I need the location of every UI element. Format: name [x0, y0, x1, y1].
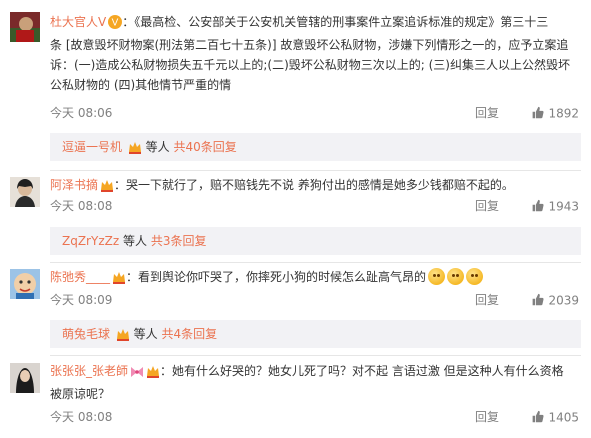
sub-reply-mid: 等人: [145, 140, 170, 154]
comment-text-line: ：哭一下就行了，赔不赔钱先不说 养狗付出的感情是她多少钱都赔不起的。: [114, 178, 514, 192]
bow-badge-icon: [130, 364, 144, 384]
comment-meta: 今天 08:09 回复 2039: [50, 290, 579, 310]
thumb-up-icon: [533, 410, 544, 423]
comment-user[interactable]: 阿泽书摘: [50, 178, 98, 192]
like-count: 2039: [548, 293, 579, 308]
divider: [50, 170, 581, 171]
svg-text:V: V: [112, 18, 119, 29]
sub-reply-count[interactable]: 共3条回复: [151, 234, 207, 248]
comment-time: 今天 08:09: [50, 293, 113, 307]
sub-reply-user[interactable]: 萌兔毛球: [62, 327, 110, 341]
member-crown-icon: [116, 323, 130, 351]
comment-time: 今天 08:08: [50, 199, 113, 213]
comment-user[interactable]: 杜大官人V: [50, 15, 106, 29]
comment-time: 今天 08:06: [50, 106, 113, 120]
comment-body: 陈弛秀____ ：看到舆论你吓哭了，你摔死小狗的时候怎么趾高气昂的: [50, 267, 581, 290]
sub-reply-count[interactable]: 共40条回复: [174, 140, 237, 154]
member-crown-icon: [112, 270, 126, 290]
sub-reply-user[interactable]: 逗逼一号机: [62, 140, 122, 154]
reply-button[interactable]: 回复: [475, 407, 499, 427]
crying-emoji-icon: [428, 268, 446, 285]
like-count: 1405: [548, 410, 579, 425]
like-count: 1892: [548, 106, 579, 121]
sub-replies: 逗逼一号机 等人 共40条回复: [50, 133, 581, 161]
divider: [50, 262, 581, 263]
like-button[interactable]: 1405: [531, 407, 579, 428]
avatar[interactable]: [10, 12, 40, 42]
sub-reply-user[interactable]: ZqZrYzZz: [62, 234, 119, 248]
like-button[interactable]: 1943: [531, 196, 579, 217]
comment-text-line: 条 [故意毁坏财物案(刑法第二百七十五条)] 故意毁坏公私财物，涉嫌下列情形之一…: [50, 38, 569, 52]
sub-reply-count[interactable]: 共4条回复: [162, 327, 218, 341]
comment-body: 杜大官人V V ：《最高检、公安部关于公安机关管辖的刑事案件立案追诉标准的规定》第三…: [50, 12, 581, 95]
sub-reply-mid: 等人: [122, 234, 147, 248]
comment-text-line: ：她有什么好哭的？她女儿死了吗？对不起 言语过激 但是这种人有什么资格: [160, 364, 564, 378]
thumb-up-icon: [533, 293, 544, 306]
sub-replies: ZqZrYzZz 等人 共3条回复: [50, 227, 581, 255]
avatar[interactable]: [10, 177, 40, 207]
thumb-up-icon: [533, 199, 544, 212]
comment-meta: 今天 08:08 回复 1405: [50, 407, 579, 427]
vip-badge-icon: V: [108, 15, 123, 35]
comment-time: 今天 08:08: [50, 410, 113, 424]
divider: [50, 355, 581, 356]
comment-text-line: 公私财物的 (四)其他情节严重的情: [50, 78, 232, 92]
comment-text-line: 被原谅呢？: [50, 387, 111, 401]
like-count: 1943: [548, 199, 579, 214]
reply-button[interactable]: 回复: [475, 290, 499, 310]
crying-emoji-icon: [447, 268, 465, 285]
avatar[interactable]: [10, 363, 40, 393]
comment-meta: 今天 08:06 回复 1892: [50, 103, 579, 123]
thumb-up-icon: [533, 106, 544, 119]
avatar[interactable]: [10, 269, 40, 299]
member-crown-icon: [100, 178, 114, 198]
comment-text-line: ：看到舆论你吓哭了，你摔死小狗的时候怎么趾高气昂的: [126, 270, 427, 284]
comment-text-line: 诉：(一)造成公私财物损失五千元以上的;(二)毁坏公私财物三次以上的; (三)纠…: [50, 58, 570, 72]
crying-emoji-icon: [466, 268, 484, 285]
comment-body: 阿泽书摘 ：哭一下就行了，赔不赔钱先不说 养狗付出的感情是她多少钱都赔不起的。: [50, 175, 581, 198]
reply-button[interactable]: 回复: [475, 103, 499, 123]
like-button[interactable]: 1892: [531, 103, 579, 124]
sub-reply-mid: 等人: [133, 327, 158, 341]
member-crown-icon: [128, 136, 142, 164]
like-button[interactable]: 2039: [531, 290, 579, 311]
sub-replies: 萌兔毛球 等人 共4条回复: [50, 320, 581, 348]
comment-user[interactable]: 张张张_张老師: [50, 364, 128, 378]
comment-text-line: ：《最高检、公安部关于公安机关管辖的刑事案件立案追诉标准的规定》第三十三: [122, 15, 549, 29]
reply-button[interactable]: 回复: [475, 196, 499, 216]
comment-meta: 今天 08:08 回复 1943: [50, 196, 579, 216]
comment-body: 张张张_张老師 ：她有什么好哭的？她女儿死了吗？对不起 言语过激 但是这种人有什么…: [50, 361, 581, 404]
member-crown-icon: [146, 364, 160, 384]
comment-user[interactable]: 陈弛秀____: [50, 270, 110, 284]
